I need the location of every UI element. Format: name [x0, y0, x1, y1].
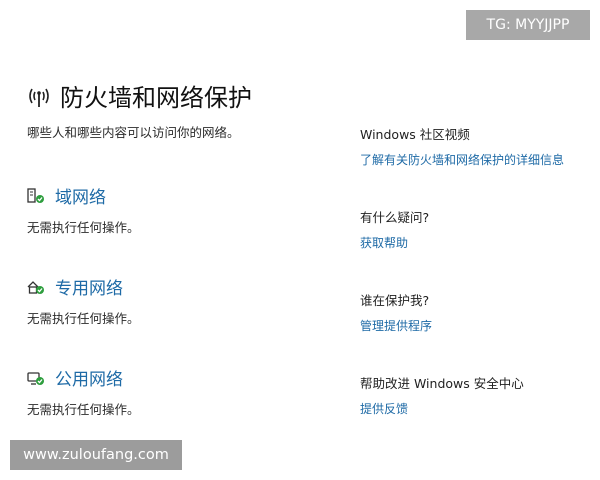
- network-private-link[interactable]: 专用网络: [55, 274, 123, 299]
- sidebar-title-questions: 有什么疑问?: [360, 210, 430, 225]
- sidebar-title-videos: Windows 社区视频: [360, 127, 470, 142]
- domain-network-icon: [27, 187, 44, 203]
- page-title: 防火墙和网络保护: [60, 84, 252, 112]
- wifi-antenna-icon: [29, 88, 49, 107]
- sidebar-section-questions: 有什么疑问? 获取帮助: [360, 207, 429, 251]
- page-description: 哪些人和哪些内容可以访问你的网络。: [27, 125, 240, 140]
- sidebar-section-videos: Windows 社区视频 了解有关防火墙和网络保护的详细信息: [360, 124, 564, 168]
- sidebar-title-protection: 谁在保护我?: [360, 293, 430, 308]
- get-help-link[interactable]: 获取帮助: [360, 234, 429, 251]
- manage-providers-link[interactable]: 管理提供程序: [360, 317, 432, 334]
- network-private[interactable]: 专用网络 无需执行任何操作。: [27, 274, 140, 327]
- page-header: 防火墙和网络保护: [26, 78, 252, 113]
- public-network-icon: [27, 371, 44, 385]
- network-domain[interactable]: 域网络 无需执行任何操作。: [27, 183, 140, 236]
- network-public-link[interactable]: 公用网络: [55, 365, 123, 390]
- network-domain-status: 无需执行任何操作。: [27, 220, 140, 235]
- sidebar-section-protection: 谁在保护我? 管理提供程序: [360, 290, 432, 334]
- private-network-icon: [27, 280, 44, 294]
- network-public-status: 无需执行任何操作。: [27, 402, 140, 417]
- give-feedback-link[interactable]: 提供反馈: [360, 400, 524, 417]
- learn-more-link[interactable]: 了解有关防火墙和网络保护的详细信息: [360, 151, 564, 168]
- sidebar-title-feedback: 帮助改进 Windows 安全中心: [360, 376, 524, 391]
- bottom-watermark: www.zuloufang.com: [10, 440, 182, 470]
- network-domain-link[interactable]: 域网络: [55, 183, 106, 208]
- top-watermark: TG: MYYJJPP: [466, 10, 590, 40]
- network-public[interactable]: 公用网络 无需执行任何操作。: [27, 365, 140, 418]
- sidebar-section-feedback: 帮助改进 Windows 安全中心 提供反馈: [360, 373, 524, 417]
- network-private-status: 无需执行任何操作。: [27, 311, 140, 326]
